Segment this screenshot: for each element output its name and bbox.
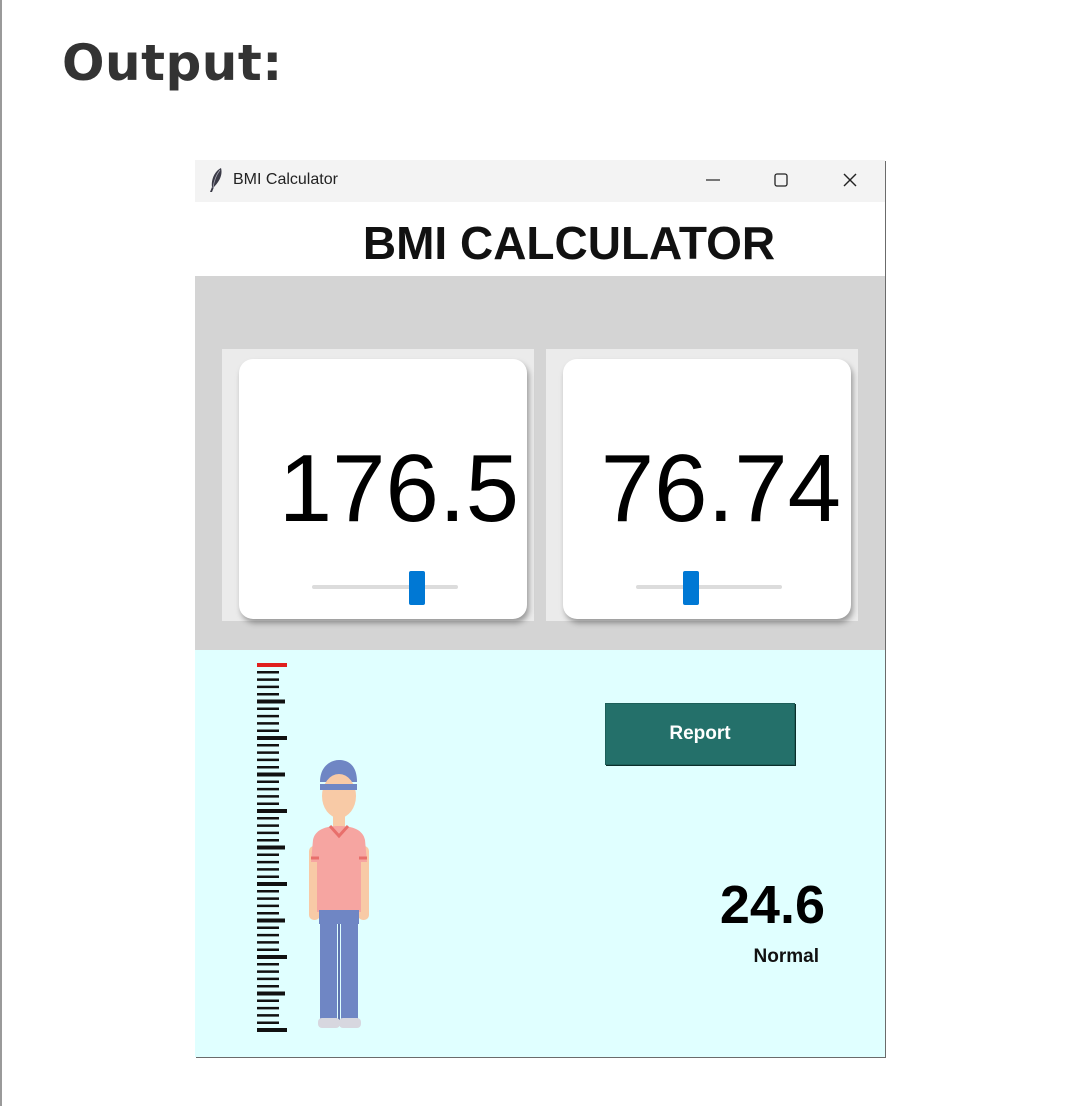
feather-icon <box>210 168 222 192</box>
height-value[interactable]: 176.5 <box>279 441 519 537</box>
app-title: BMI CALCULATOR <box>362 217 776 269</box>
close-icon <box>843 173 857 187</box>
weight-slider-thumb[interactable] <box>683 571 700 605</box>
height-ruler <box>257 663 287 1032</box>
height-slider-thumb[interactable] <box>409 571 426 605</box>
minimize-button[interactable] <box>683 160 743 202</box>
page-border <box>0 0 2 1106</box>
close-button[interactable] <box>820 160 880 202</box>
weight-card: 76.74 <box>563 359 851 619</box>
window-title: BMI Calculator <box>233 171 338 188</box>
input-panel: 176.5 76.74 <box>195 276 885 650</box>
header-band: BMI CALCULATOR <box>195 202 885 276</box>
bmi-value: 24.6 <box>719 875 825 935</box>
minimize-icon <box>706 179 720 181</box>
page-heading: Output: <box>62 34 283 92</box>
height-slider-track[interactable] <box>312 585 458 589</box>
app-window: BMI Calculator BMI CALCULATOR 176.5 76.7… <box>195 160 885 1057</box>
title-bar[interactable]: BMI Calculator <box>195 160 885 202</box>
result-panel: Report 24.6 Normal <box>195 650 885 1057</box>
report-button[interactable]: Report <box>605 703 795 765</box>
maximize-button[interactable] <box>751 160 811 202</box>
person-figure <box>309 760 369 1028</box>
height-card-frame: 176.5 <box>222 349 534 621</box>
bmi-status: Normal <box>753 946 819 967</box>
weight-value[interactable]: 76.74 <box>601 441 841 537</box>
weight-slider-track[interactable] <box>636 585 782 589</box>
weight-card-frame: 76.74 <box>546 349 858 621</box>
maximize-icon <box>774 173 788 187</box>
height-card: 176.5 <box>239 359 527 619</box>
